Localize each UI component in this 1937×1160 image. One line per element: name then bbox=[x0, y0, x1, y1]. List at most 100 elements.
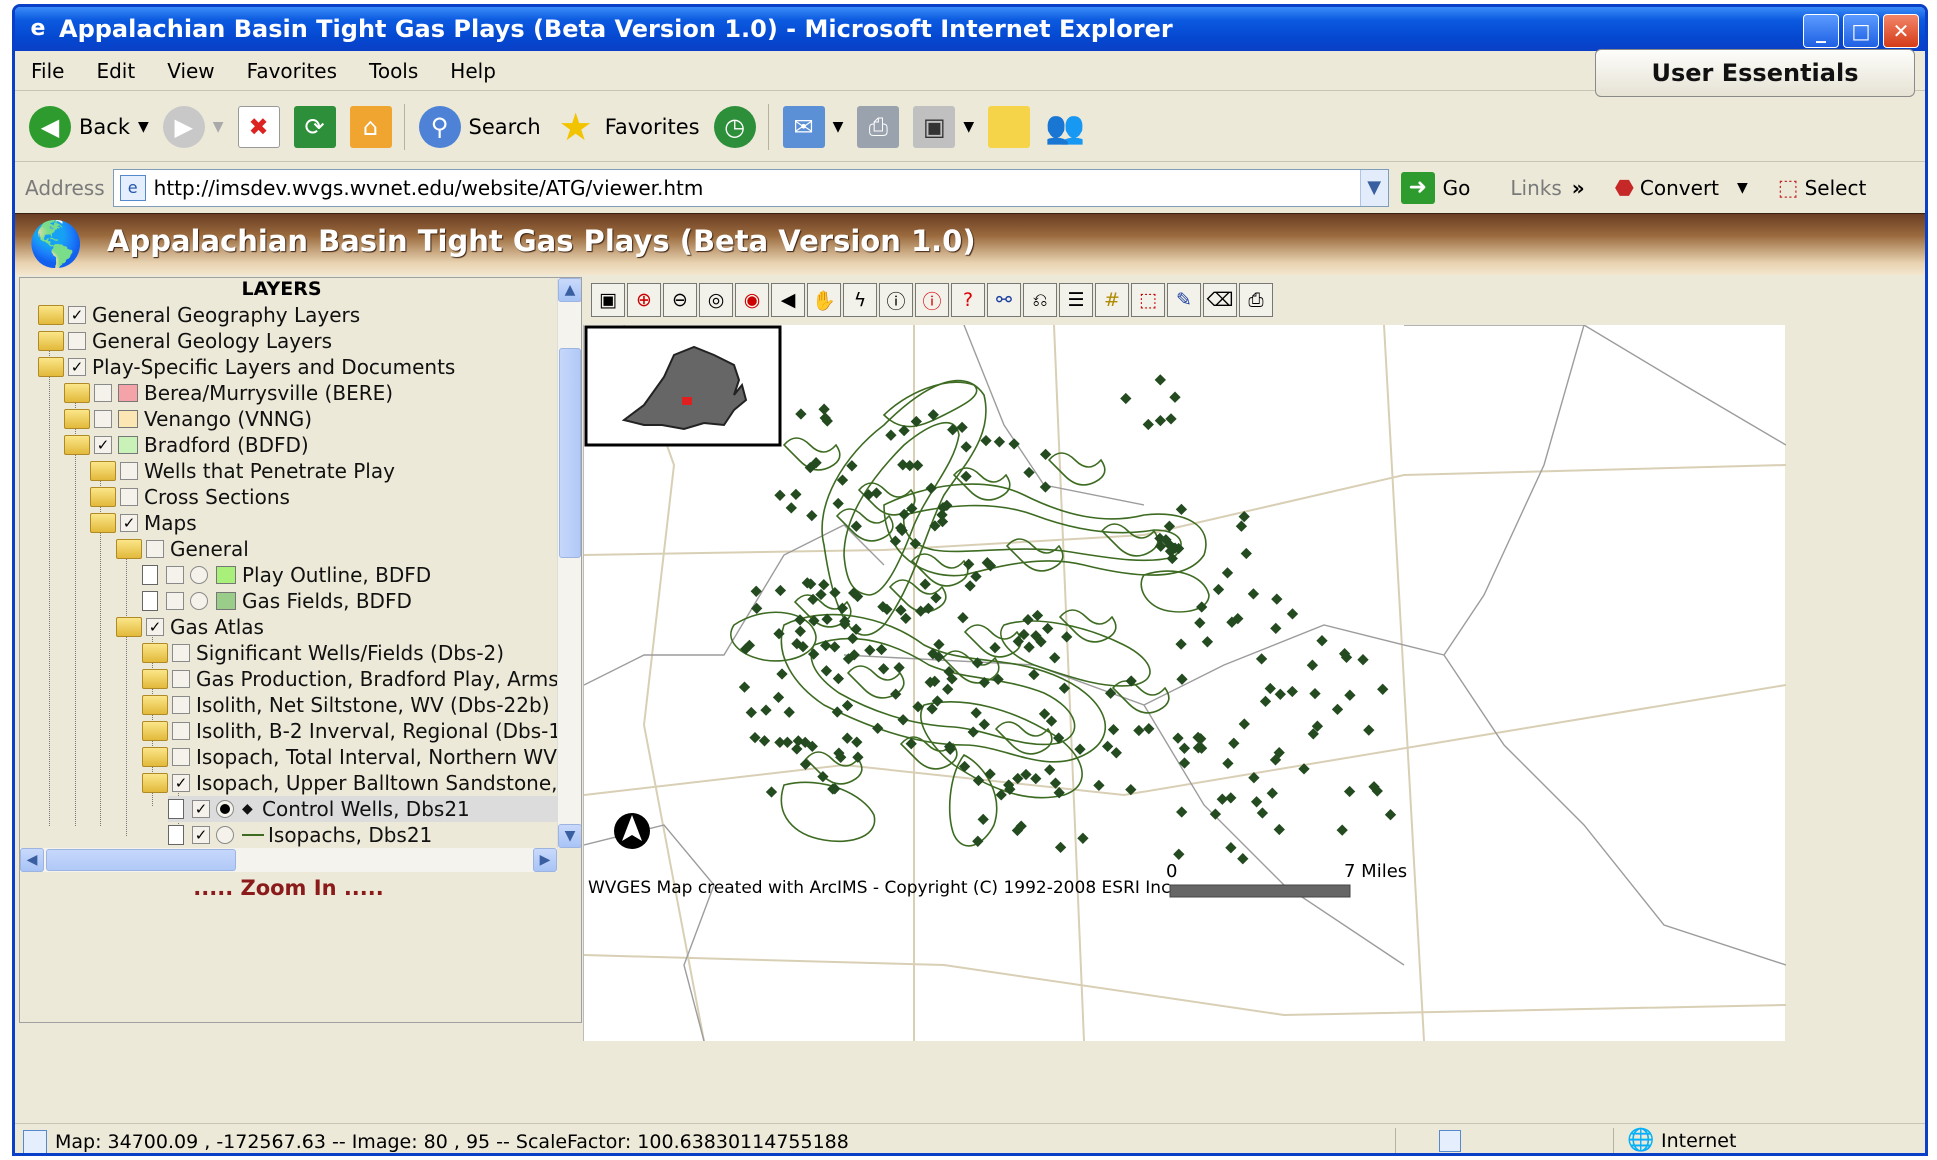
zoom-in-icon[interactable]: ⊕ bbox=[627, 283, 661, 317]
layer-checkbox[interactable]: ✓ bbox=[68, 306, 86, 324]
convert-button[interactable]: ⬣ Convert ▼ bbox=[1615, 176, 1748, 201]
identify-all-icon[interactable]: ⓘ bbox=[915, 283, 949, 317]
search-button[interactable]: ⚲ Search bbox=[418, 105, 541, 148]
tree-node-play-specific[interactable]: ✓ Play-Specific Layers and Documents bbox=[38, 354, 455, 380]
edit-button[interactable]: ▣ ▼ bbox=[913, 105, 974, 148]
query-icon[interactable]: ? bbox=[951, 283, 985, 317]
select-by-line-icon[interactable]: ✎ bbox=[1167, 283, 1201, 317]
layer-checkbox[interactable]: ✓ bbox=[192, 826, 210, 844]
layer-checkbox[interactable] bbox=[94, 410, 112, 428]
scroll-down-icon[interactable]: ▼ bbox=[558, 824, 581, 848]
layer-checkbox[interactable] bbox=[146, 540, 164, 558]
user-essentials-button[interactable]: User Essentials bbox=[1595, 49, 1915, 97]
print-button[interactable]: ⎙ bbox=[857, 105, 900, 148]
scroll-right-icon[interactable]: ▶ bbox=[533, 848, 557, 872]
tree-node-wells[interactable]: Wells that Penetrate Play bbox=[90, 458, 395, 484]
tree-node-general-geology[interactable]: General Geology Layers bbox=[38, 328, 332, 354]
menu-file[interactable]: File bbox=[15, 59, 80, 83]
full-extent-icon[interactable]: ◎ bbox=[699, 283, 733, 317]
find-binoculars-icon[interactable]: ⚯ bbox=[987, 283, 1021, 317]
close-button[interactable]: ✕ bbox=[1883, 14, 1919, 48]
tree-node-gas-fields[interactable]: Gas Fields, BDFD bbox=[142, 588, 412, 614]
mail-button[interactable]: ✉ ▼ bbox=[782, 105, 843, 148]
layer-checkbox[interactable] bbox=[120, 462, 138, 480]
layers-horizontal-scrollbar[interactable]: ◀ ▶ bbox=[20, 848, 557, 872]
layer-checkbox[interactable]: ✓ bbox=[120, 514, 138, 532]
layer-checkbox[interactable] bbox=[172, 748, 190, 766]
menu-help[interactable]: Help bbox=[434, 59, 512, 83]
clear-selection-icon[interactable]: ⌫ bbox=[1203, 283, 1237, 317]
map-canvas[interactable]: WVGES Map created with ArcIMS - Copyrigh… bbox=[583, 324, 1787, 1042]
tree-node-gas-atlas[interactable]: ✓ Gas Atlas bbox=[116, 614, 264, 640]
stop-button[interactable]: ✖ bbox=[237, 105, 280, 148]
address-input[interactable]: e http://imsdev.wvgs.wvnet.edu/website/A… bbox=[112, 169, 1389, 207]
measure-icon[interactable]: ⎌ bbox=[1023, 283, 1057, 317]
go-button[interactable]: ➜ Go bbox=[1400, 172, 1470, 204]
scroll-up-icon[interactable]: ▲ bbox=[558, 278, 581, 302]
history-button[interactable]: ◷ bbox=[713, 105, 756, 148]
links-button[interactable]: Links bbox=[1510, 176, 1561, 200]
layer-checkbox[interactable]: ✓ bbox=[68, 358, 86, 376]
active-layer-radio[interactable] bbox=[216, 826, 234, 844]
layer-checkbox[interactable] bbox=[68, 332, 86, 350]
select-rectangle-icon[interactable]: ⬚ bbox=[1131, 283, 1165, 317]
toggle-overview-icon[interactable]: ▣ bbox=[591, 283, 625, 317]
tree-node-cross-sections[interactable]: Cross Sections bbox=[90, 484, 290, 510]
layer-checkbox[interactable]: ✓ bbox=[192, 800, 210, 818]
tree-node-vnng[interactable]: Venango (VNNG) bbox=[64, 406, 312, 432]
overview-map[interactable] bbox=[584, 325, 782, 447]
minimize-button[interactable]: _ bbox=[1803, 14, 1839, 48]
tree-node-dbs-13[interactable]: Isolith, B-2 Inverval, Regional (Dbs-13) bbox=[142, 718, 581, 744]
chevron-right-icon[interactable]: » bbox=[1572, 176, 1585, 200]
home-button[interactable]: ⌂ bbox=[349, 105, 392, 148]
hyperlink-icon[interactable]: ϟ bbox=[843, 283, 877, 317]
buffer-icon[interactable]: # bbox=[1095, 283, 1129, 317]
scroll-thumb[interactable] bbox=[559, 348, 581, 558]
tree-node-bdfd[interactable]: ✓ Bradford (BDFD) bbox=[64, 432, 309, 458]
tree-node-general[interactable]: General bbox=[116, 536, 249, 562]
refresh-button[interactable]: ⟳ bbox=[293, 105, 336, 148]
forward-button[interactable]: ▶ ▼ bbox=[162, 105, 224, 148]
messenger-button[interactable]: 👥 bbox=[1044, 106, 1086, 148]
scroll-thumb[interactable] bbox=[46, 849, 236, 871]
back-button[interactable]: ◀ Back ▼ bbox=[29, 105, 149, 148]
zoom-last-icon[interactable]: ◀ bbox=[771, 283, 805, 317]
chevron-down-icon[interactable]: ▼ bbox=[1359, 170, 1388, 206]
tree-node-upper-balltown[interactable]: ✓ Isopach, Upper Balltown Sandstone, Harr… bbox=[142, 770, 581, 796]
select-button[interactable]: ⬚ Select bbox=[1778, 176, 1867, 201]
tree-node-play-outline[interactable]: Play Outline, BDFD bbox=[142, 562, 431, 588]
tree-node-general-geography[interactable]: ✓ General Geography Layers bbox=[38, 302, 360, 328]
address-url[interactable]: http://imsdev.wvgs.wvnet.edu/website/ATG… bbox=[154, 176, 1360, 200]
layers-vertical-scrollbar[interactable]: ▲ ▼ bbox=[557, 278, 581, 848]
menu-edit[interactable]: Edit bbox=[80, 59, 151, 83]
menu-view[interactable]: View bbox=[151, 59, 230, 83]
layer-checkbox[interactable]: ✓ bbox=[146, 618, 164, 636]
menu-favorites[interactable]: Favorites bbox=[231, 59, 353, 83]
map-view[interactable]: WVGES Map created with ArcIMS - Copyrigh… bbox=[583, 324, 1787, 1042]
tree-node-bere[interactable]: Berea/Murrysville (BERE) bbox=[64, 380, 393, 406]
layer-checkbox[interactable] bbox=[172, 696, 190, 714]
layer-checkbox[interactable] bbox=[172, 722, 190, 740]
maximize-button[interactable]: □ bbox=[1843, 14, 1879, 48]
active-layer-radio[interactable] bbox=[190, 566, 208, 584]
layer-checkbox[interactable] bbox=[166, 566, 184, 584]
active-layer-radio[interactable] bbox=[216, 800, 234, 818]
favorites-button[interactable]: ★ Favorites bbox=[555, 105, 700, 149]
print-icon[interactable]: ⎙ bbox=[1239, 283, 1273, 317]
tree-node-dbs-22a[interactable]: Isopach, Total Interval, Northern WV (Db… bbox=[142, 744, 581, 770]
active-layer-radio[interactable] bbox=[190, 592, 208, 610]
layer-checkbox[interactable] bbox=[120, 488, 138, 506]
layer-checkbox[interactable] bbox=[166, 592, 184, 610]
pan-hand-icon[interactable]: ✋ bbox=[807, 283, 841, 317]
zoom-out-icon[interactable]: ⊖ bbox=[663, 283, 697, 317]
menu-tools[interactable]: Tools bbox=[353, 59, 434, 83]
layer-checkbox[interactable]: ✓ bbox=[94, 436, 112, 454]
zoom-active-icon[interactable]: ◉ bbox=[735, 283, 769, 317]
tree-node-gas-production[interactable]: Gas Production, Bradford Play, Armstrong… bbox=[142, 666, 581, 692]
discuss-button[interactable] bbox=[988, 105, 1031, 148]
tree-node-dbs-2[interactable]: Significant Wells/Fields (Dbs-2) bbox=[142, 640, 504, 666]
layer-checkbox[interactable] bbox=[172, 644, 190, 662]
scroll-left-icon[interactable]: ◀ bbox=[20, 848, 44, 872]
tree-node-dbs-22b[interactable]: Isolith, Net Siltstone, WV (Dbs-22b) bbox=[142, 692, 550, 718]
set-units-icon[interactable]: ☰ bbox=[1059, 283, 1093, 317]
